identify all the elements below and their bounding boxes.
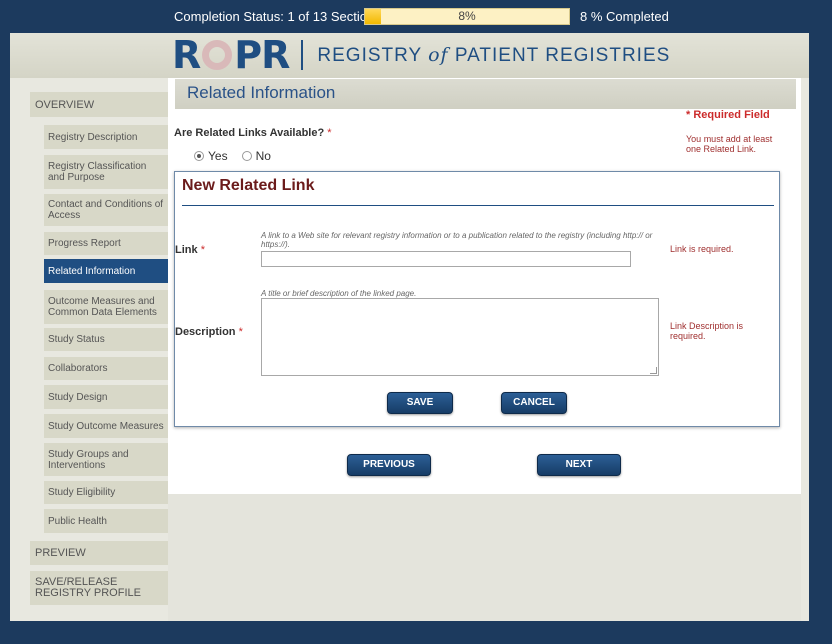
must-add-link-error: You must add at least one Related Link. (686, 134, 773, 154)
radio-no-label[interactable]: No (256, 149, 271, 163)
save-button[interactable]: SAVE (387, 392, 453, 414)
description-error: Link Description is required. (670, 321, 744, 341)
radio-no[interactable] (241, 151, 252, 161)
nav-item-public-health[interactable]: Public Health (44, 509, 168, 533)
link-input[interactable] (261, 251, 631, 267)
nav-item-progress-report[interactable]: Progress Report (44, 232, 168, 255)
description-textarea[interactable] (261, 298, 659, 376)
site-header: R PR REGISTRY of PATIENT REGISTRIES (10, 33, 809, 78)
progress-percent-label: 8% (458, 9, 476, 23)
panel-title: New Related Link (182, 177, 315, 194)
logo-mark: R PR (172, 33, 290, 77)
nav-item-outcome-measures[interactable]: Outcome Measures and Common Data Element… (44, 290, 168, 324)
logo-tagline: REGISTRY of PATIENT REGISTRIES (317, 43, 671, 66)
nav-preview[interactable]: PREVIEW (30, 541, 168, 565)
nav-item-study-groups[interactable]: Study Groups and Interventions (44, 443, 168, 476)
nav-item-study-eligibility[interactable]: Study Eligibility (44, 481, 168, 504)
ropr-logo[interactable]: R PR REGISTRY of PATIENT REGISTRIES (172, 33, 671, 77)
radio-yes[interactable] (194, 151, 204, 161)
panel-divider (182, 205, 774, 206)
nav-item-study-outcome-measures[interactable]: Study Outcome Measures (44, 414, 168, 438)
progress-bar: 8% (364, 8, 570, 25)
completed-text: 8 % Completed (580, 9, 669, 24)
nav-item-registry-description[interactable]: Registry Description (44, 125, 168, 149)
nav-item-study-design[interactable]: Study Design (44, 385, 168, 409)
description-label: Description * (175, 326, 243, 338)
logo-o-ring (202, 40, 233, 70)
completion-status-bar: Completion Status: 1 of 13 Sections 8% 8… (0, 0, 832, 33)
nav-save-release[interactable]: SAVE/RELEASE REGISTRY PROFILE (30, 571, 168, 605)
link-error: Link is required. (670, 244, 734, 254)
logo-divider (301, 40, 304, 70)
link-label: Link * (175, 244, 205, 256)
previous-button[interactable]: PREVIOUS (347, 454, 431, 476)
related-links-question: Are Related Links Available? * (174, 127, 332, 139)
description-hint: A title or brief description of the link… (261, 289, 417, 298)
radio-yes-label[interactable]: Yes (208, 149, 228, 163)
link-hint: A link to a Web site for relevant regist… (261, 231, 653, 249)
nav-item-study-status[interactable]: Study Status (44, 328, 168, 351)
completion-status-text: Completion Status: 1 of 13 Sections (174, 9, 381, 24)
nav-item-related-information[interactable]: Related Information (44, 259, 168, 283)
cancel-button[interactable]: CANCEL (501, 392, 567, 414)
related-links-radio-group: Yes No (194, 149, 271, 163)
resize-handle[interactable] (650, 367, 657, 374)
nav-item-collaborators[interactable]: Collaborators (44, 357, 168, 380)
required-field-note: * Required Field (686, 109, 770, 121)
nav-item-contact-conditions[interactable]: Contact and Conditions of Access (44, 194, 168, 226)
next-button[interactable]: NEXT (537, 454, 621, 476)
section-title: Related Information (175, 79, 796, 109)
new-related-link-panel: New Related Link Link * A link to a Web … (174, 171, 780, 427)
nav-item-registry-classification[interactable]: Registry Classification and Purpose (44, 155, 168, 189)
content-bottom-area (168, 494, 801, 621)
nav-overview[interactable]: OVERVIEW (30, 92, 168, 117)
